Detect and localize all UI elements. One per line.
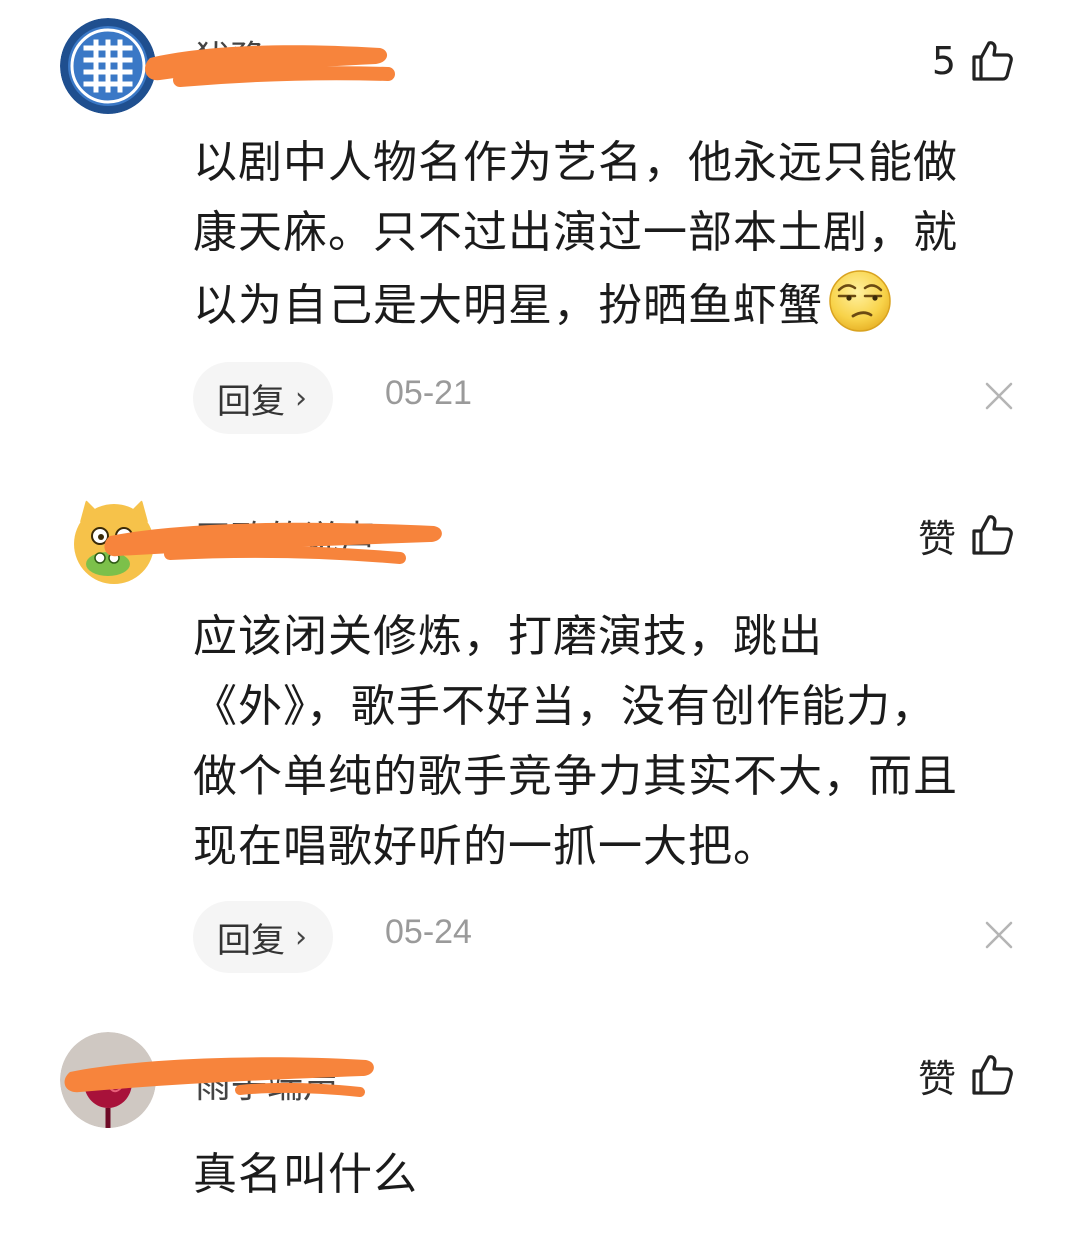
- close-icon[interactable]: [979, 376, 1019, 416]
- thumbs-up-icon: [970, 513, 1014, 557]
- like-button[interactable]: 5: [932, 36, 1014, 86]
- chevron-right-icon: ›: [295, 380, 307, 416]
- like-button[interactable]: 赞: [917, 510, 1014, 561]
- smug-face-emoji-icon: [827, 268, 893, 334]
- chevron-right-icon: ›: [295, 919, 307, 955]
- reply-label: 回复: [217, 920, 285, 961]
- comment-text-line: 康天庥。只不过出演过一部本土剧，就: [193, 207, 958, 258]
- comment-text-line: 以剧中人物名作为艺名，他永远只能做: [193, 137, 958, 188]
- avatar[interactable]: [60, 18, 156, 114]
- comment-text: 真名叫什么: [193, 1140, 1023, 1210]
- comment-actions: 回复 › 05-21: [193, 362, 1023, 434]
- like-count: 5: [931, 39, 956, 83]
- reply-label: 回复: [217, 381, 285, 422]
- comment-date: 05-24: [385, 913, 472, 951]
- comment-text-line: 应该闭关修炼，打磨演技，跳出: [193, 611, 823, 662]
- comment-text-line: 现在唱歌好听的一抓一大把。: [193, 821, 778, 872]
- like-count: 赞: [917, 1056, 956, 1101]
- comment-text-line: 做个单纯的歌手竞争力其实不大，而且: [193, 751, 958, 802]
- like-count: 赞: [917, 516, 956, 561]
- username[interactable]: 王致的说声: [195, 510, 375, 562]
- avatar[interactable]: [60, 1032, 156, 1128]
- like-button[interactable]: 赞: [917, 1050, 1014, 1101]
- comment-actions: 回复 › 05-24: [193, 901, 1023, 973]
- thumbs-up-icon: [970, 39, 1014, 83]
- close-icon[interactable]: [979, 915, 1019, 955]
- comment-text-line: 真名叫什么: [193, 1149, 418, 1200]
- comment-date: 05-21: [385, 374, 472, 412]
- avatar[interactable]: [66, 492, 162, 588]
- comment-text: 应该闭关修炼，打磨演技，跳出 《外》，歌手不好当，没有创作能力， 做个单纯的歌手…: [193, 602, 1023, 882]
- username[interactable]: 犹豫: [195, 30, 267, 82]
- redaction-mark: [145, 45, 395, 87]
- comment-text-line: 《外》，歌手不好当，没有创作能力，: [193, 681, 936, 732]
- comment-text-line: 以为自己是大明星，扮晒鱼虾蟹: [193, 268, 1023, 341]
- comment-text-line-text: 以为自己是大明星，扮晒鱼虾蟹: [193, 280, 823, 331]
- comment-text: 以剧中人物名作为艺名，他永远只能做 康天庥。只不过出演过一部本土剧，就 以为自己…: [193, 128, 1023, 341]
- reply-button[interactable]: 回复 ›: [193, 362, 333, 434]
- thumbs-up-icon: [970, 1053, 1014, 1097]
- username[interactable]: 雨子端声: [195, 1056, 339, 1108]
- reply-button[interactable]: 回复 ›: [193, 901, 333, 973]
